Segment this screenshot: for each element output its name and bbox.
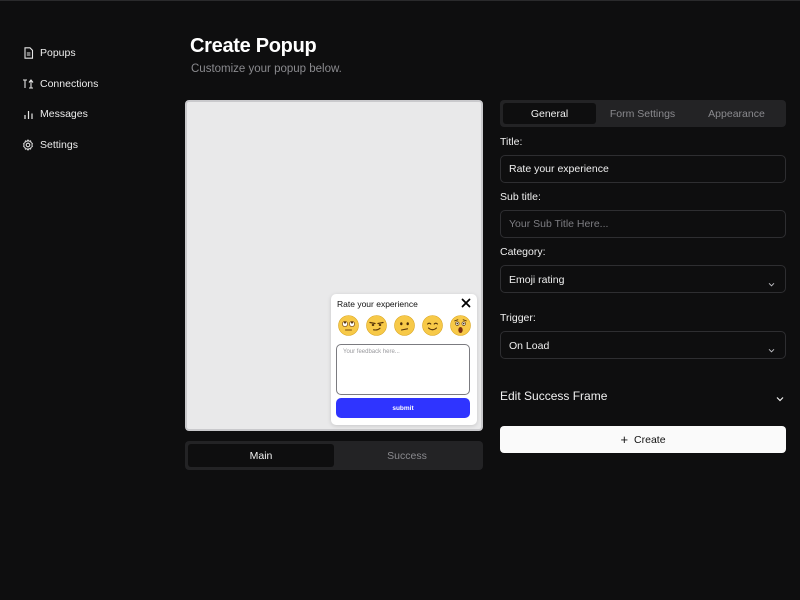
sidebar-item-label: Messages [40,108,88,121]
category-value: Emoji rating [509,274,565,286]
plus-icon: + [620,432,629,447]
chevron-down-icon [767,276,776,287]
tab-success[interactable]: Success [334,444,480,467]
sidebar-item-label: Connections [40,77,99,90]
page-subtitle: Customize your popup below. [191,63,342,75]
trigger-select[interactable]: On Load [500,331,786,359]
create-button-label: Create [634,433,666,446]
chevron-down-icon [775,391,785,402]
submit-button[interactable]: submit [336,398,470,418]
category-label: Category: [500,246,546,258]
sidebar-item-label: Popups [40,47,76,60]
gear-icon [22,138,34,151]
settings-tabs: General Form Settings Appearance [500,100,786,127]
subtitle-input[interactable] [500,210,786,238]
smirk-emoji-icon[interactable] [366,315,387,336]
subtitle-label: Sub title: [500,191,541,203]
trigger-value: On Load [509,340,550,352]
smile-emoji-icon[interactable] [422,315,443,336]
surprised-emoji-icon[interactable] [450,315,471,336]
feedback-textarea[interactable] [336,344,470,395]
popup-preview-canvas: Rate your experience submit [185,100,483,431]
sidebar-item-label: Settings [40,138,78,151]
chevron-down-icon [767,342,776,353]
popup-preview: Rate your experience submit [331,294,477,425]
trigger-label: Trigger: [500,312,536,324]
category-select[interactable]: Emoji rating [500,265,786,293]
bar-chart-icon [22,108,34,120]
title-input[interactable] [500,155,786,183]
sidebar-item-messages[interactable]: Messages [22,99,172,130]
top-border [0,0,800,1]
sidebar-item-connections[interactable]: Connections [22,69,172,100]
tab-appearance[interactable]: Appearance [690,103,783,124]
tab-general[interactable]: General [503,103,596,124]
tab-main[interactable]: Main [188,444,334,467]
create-button[interactable]: + Create [500,426,786,453]
sidebar-item-popups[interactable]: Popups [22,38,172,69]
rolling-eyes-emoji-icon[interactable] [338,315,359,336]
edit-success-frame-toggle[interactable]: Edit Success Frame [500,386,786,406]
page-title: Create Popup [190,35,317,57]
sidebar-item-settings[interactable]: Settings [22,130,172,161]
tab-form-settings[interactable]: Form Settings [596,103,689,124]
neutral-emoji-icon[interactable] [394,315,415,336]
sidebar: Popups Connections Messages Settings [22,38,172,160]
document-icon [22,47,34,59]
connections-icon [22,78,34,90]
title-label: Title: [500,136,523,148]
frame-toggle: Main Success [185,441,483,470]
close-icon[interactable] [460,296,472,308]
popup-title: Rate your experience [337,299,418,309]
edit-success-frame-label: Edit Success Frame [500,389,608,403]
emoji-rating-row [338,315,471,336]
